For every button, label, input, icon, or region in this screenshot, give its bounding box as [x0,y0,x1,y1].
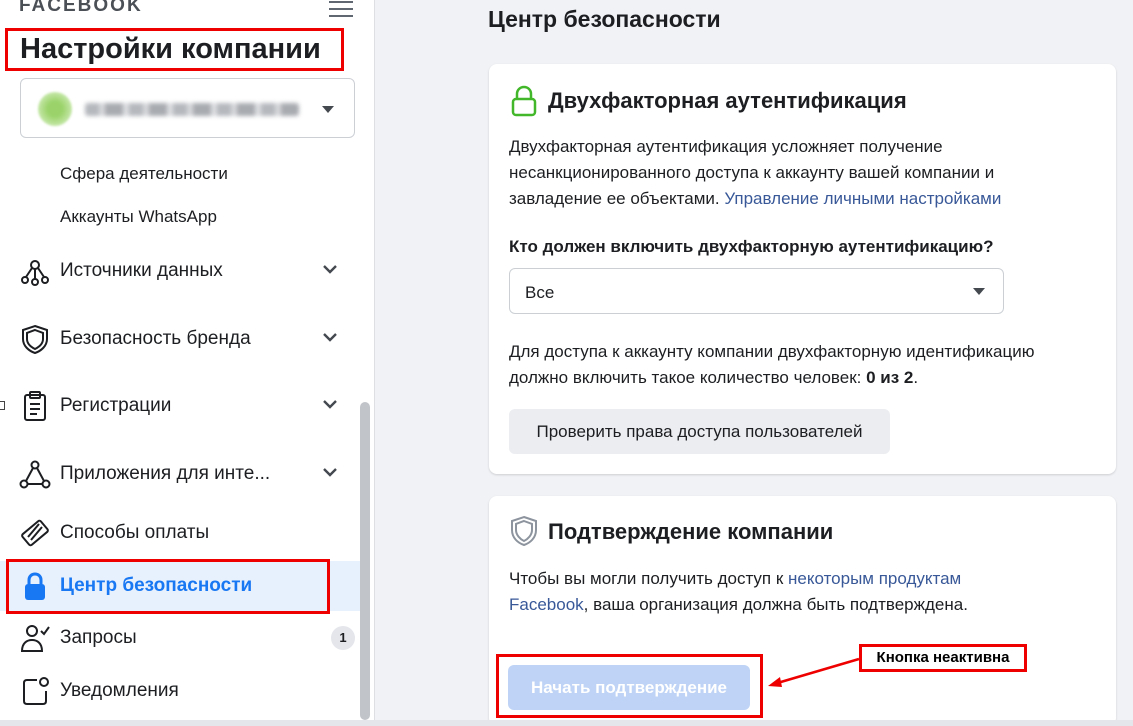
sidebar: FACEBOOK Настройки компании Сфера деятел… [0,0,375,726]
two-factor-count-text: Для доступа к аккаунту компании двухфакт… [509,342,1035,387]
edge-marker [0,401,5,410]
two-factor-description: Двухфакторная аутентификация усложняет п… [509,137,1002,208]
data-sources-icon [21,260,49,286]
sidebar-item-payment-methods[interactable]: Способы оплаты [0,508,360,558]
sidebar-item-label: Источники данных [60,260,223,281]
person-add-icon [20,625,50,652]
business-verification-text: Чтобы вы могли получить доступ к некотор… [509,569,968,614]
two-factor-card: Двухфакторная аутентификация Двухфакторн… [489,64,1116,474]
sidebar-item-requests[interactable]: Запросы 1 [0,613,360,663]
sidebar-scrollbar[interactable] [360,402,370,720]
chevron-down-icon [323,400,337,409]
chevron-down-icon [323,333,337,342]
two-factor-count-value: 0 из 2 [866,368,914,387]
sidebar-item-label: Способы оплаты [60,522,210,543]
two-factor-required-select[interactable]: Все [509,268,1004,314]
two-factor-title: Двухфакторная аутентификация [548,88,907,113]
caret-down-icon [973,288,985,295]
select-value: Все [525,283,555,302]
highlight-box-title [5,28,344,71]
shield-outline-icon [511,515,537,547]
check-user-access-button[interactable]: Проверить права доступа пользователей [509,409,890,454]
manage-personal-settings-link[interactable]: Управление личными настройками [724,189,1001,208]
sidebar-item-label: Приложения для инте... [60,463,271,484]
sidebar-item-notifications[interactable]: Уведомления [0,666,360,716]
business-selector[interactable] [20,78,355,138]
sidebar-item-integrations[interactable]: Приложения для инте... [0,449,360,499]
page-title: Центр безопасности [488,6,721,32]
shield-icon [22,324,48,355]
hamburger-menu-icon[interactable] [329,1,353,19]
horizontal-scrollbar[interactable] [0,720,1133,726]
highlight-box-start-button [496,654,763,718]
sidebar-item-brand-safety[interactable]: Безопасность бренда [0,314,360,364]
sidebar-item-label: Уведомления [60,680,179,701]
sidebar-item-registrations[interactable]: Регистрации [0,381,360,431]
sidebar-subitem-industry[interactable]: Сфера деятельности [60,164,228,184]
integrations-icon [19,460,51,489]
annotation-label: Кнопка неактивна [859,644,1027,672]
annotation-arrow [768,657,860,687]
business-name-blurred [85,103,299,116]
chevron-down-icon [323,265,337,274]
business-verification-title: Подтверждение компании [548,519,834,544]
chevron-down-icon [323,468,337,477]
two-factor-question: Кто должен включить двухфакторную аутент… [509,237,994,256]
facebook-logo: FACEBOOK [19,0,143,16]
sidebar-item-label: Безопасность бренда [60,328,251,349]
lock-outline-icon [511,85,537,117]
business-avatar [38,92,72,126]
caret-down-icon [322,106,334,113]
sidebar-subitem-whatsapp[interactable]: Аккаунты WhatsApp [60,207,217,227]
sidebar-item-label: Регистрации [60,395,172,416]
highlight-box-security-center [6,559,330,614]
clipboard-icon [24,391,46,421]
requests-count-badge: 1 [331,626,355,650]
sidebar-item-data-sources[interactable]: Источники данных [0,246,360,296]
notification-icon [23,677,49,705]
sidebar-item-label: Запросы [60,627,137,648]
credit-card-icon [21,519,49,547]
